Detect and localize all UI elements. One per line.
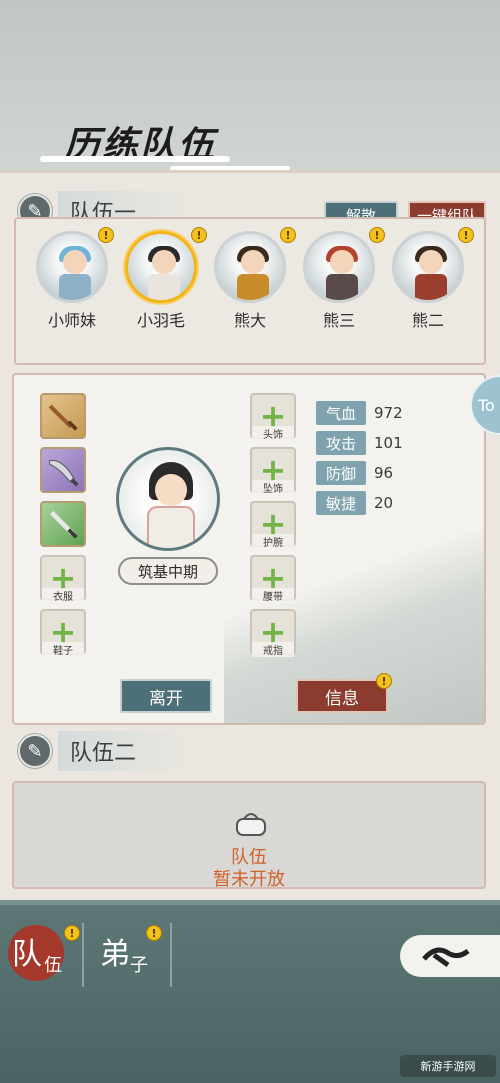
stat-key: 敏捷 <box>316 491 366 515</box>
member-name: 熊大 <box>233 311 266 330</box>
member-name: 小羽毛 <box>136 311 185 330</box>
slot-label: 护腕 <box>252 534 294 549</box>
member-avatar <box>392 231 464 303</box>
stat-value: 101 <box>374 434 403 452</box>
brush-stroke <box>40 156 230 162</box>
alert-icon: ! <box>64 925 80 941</box>
member-avatar <box>36 231 108 303</box>
stat-agility: 敏捷 20 <box>316 491 393 515</box>
equipped-weapon-slot[interactable] <box>40 393 86 439</box>
watermark: 新游手游网 <box>400 1055 496 1077</box>
equipped-weapon-slot[interactable] <box>40 447 86 493</box>
tab-disciples[interactable]: 弟 子 ! <box>96 923 176 983</box>
member-name: 熊二 <box>411 311 444 330</box>
bird-icon: ✎ <box>18 734 52 768</box>
stat-defense: 防御 96 <box>316 461 393 485</box>
tab-team[interactable]: 队 伍 ! <box>8 923 88 983</box>
slot-label: 鞋子 <box>42 642 84 657</box>
stat-key: 攻击 <box>316 431 366 455</box>
slot-label: 腰带 <box>252 588 294 603</box>
alert-icon: ! <box>146 925 162 941</box>
stat-hp: 气血 972 <box>316 401 403 425</box>
slot-label: 衣服 <box>42 588 84 603</box>
stat-value: 972 <box>374 404 403 422</box>
slot-label: 戒指 <box>252 642 294 657</box>
headwear-slot[interactable]: + 头饰 <box>250 393 296 441</box>
team-panel: ✎ 队伍一 解散 一键组队 ! 小师妹 ! 小羽毛 ! 熊大 ! 熊三 ! 熊二… <box>0 170 500 900</box>
alert-icon: ! <box>280 227 296 243</box>
alert-icon: ! <box>458 227 474 243</box>
team-member-card[interactable]: ! 熊二 <box>388 227 474 331</box>
pendant-slot[interactable]: + 坠饰 <box>250 447 296 495</box>
alert-icon: ! <box>369 227 385 243</box>
member-name: 熊三 <box>322 311 355 330</box>
slot-label: 坠饰 <box>252 480 294 495</box>
divider <box>170 923 172 987</box>
bottom-nav: 队 伍 ! 弟 子 ! 新游手游网 <box>0 905 500 1083</box>
stat-value: 20 <box>374 494 394 512</box>
leave-button[interactable]: 离开 <box>120 679 212 713</box>
ring-slot[interactable]: + 戒指 <box>250 609 296 657</box>
member-name: 小师妹 <box>47 311 96 330</box>
clothes-slot[interactable]: + 衣服 <box>40 555 86 603</box>
selected-member-portrait <box>116 447 220 551</box>
dagger-icon <box>48 404 78 431</box>
stat-attack: 攻击 101 <box>316 431 403 455</box>
broadsword-icon <box>49 459 79 487</box>
locked-line-2: 暂未开放 <box>213 869 285 890</box>
bracer-slot[interactable]: + 护腕 <box>250 501 296 549</box>
sword-icon <box>49 510 78 539</box>
team2-locked-box: 队伍 暂未开放 <box>12 781 486 890</box>
team-member-card[interactable]: ! 小师妹 <box>32 227 114 331</box>
member-avatar <box>125 231 197 303</box>
tab-disciple-big: 弟 <box>100 937 130 972</box>
tab-team-big: 队 <box>12 937 42 972</box>
member-avatar <box>303 231 375 303</box>
team2-header: ✎ 队伍二 <box>18 731 197 771</box>
team2-label: 队伍二 <box>58 731 197 771</box>
divider <box>82 923 84 987</box>
team-member-card[interactable]: ! 熊大 <box>210 227 296 331</box>
alert-icon: ! <box>376 673 392 689</box>
member-detail-panel: + 衣服 + 鞋子 筑基中期 + 头饰 + 坠饰 + 护腕 + 腰带 + 戒指 … <box>12 373 486 725</box>
info-button[interactable]: 信息 <box>296 679 388 713</box>
equipped-weapon-slot[interactable] <box>40 501 86 547</box>
team1-members-box: ! 小师妹 ! 小羽毛 ! 熊大 ! 熊三 ! 熊二 <box>14 217 486 365</box>
team-member-card[interactable]: ! 熊三 <box>299 227 385 331</box>
member-avatar <box>214 231 286 303</box>
tab-team-small: 伍 <box>44 955 62 976</box>
alert-icon: ! <box>98 227 114 243</box>
alert-icon: ! <box>191 227 207 243</box>
lock-icon <box>236 813 266 836</box>
stat-value: 96 <box>374 464 394 482</box>
belt-slot[interactable]: + 腰带 <box>250 555 296 603</box>
slot-label: 头饰 <box>252 426 294 441</box>
shoes-slot[interactable]: + 鞋子 <box>40 609 86 657</box>
stat-key: 防御 <box>316 461 366 485</box>
team-member-card-selected[interactable]: ! 小羽毛 <box>121 227 207 331</box>
page-title-banner: 历练队伍 <box>40 110 290 172</box>
tab-disciple-small: 子 <box>130 955 148 976</box>
back-arrow-icon <box>422 947 470 968</box>
cultivation-realm-label: 筑基中期 <box>118 557 218 585</box>
stat-key: 气血 <box>316 401 366 425</box>
back-button[interactable] <box>400 935 500 977</box>
